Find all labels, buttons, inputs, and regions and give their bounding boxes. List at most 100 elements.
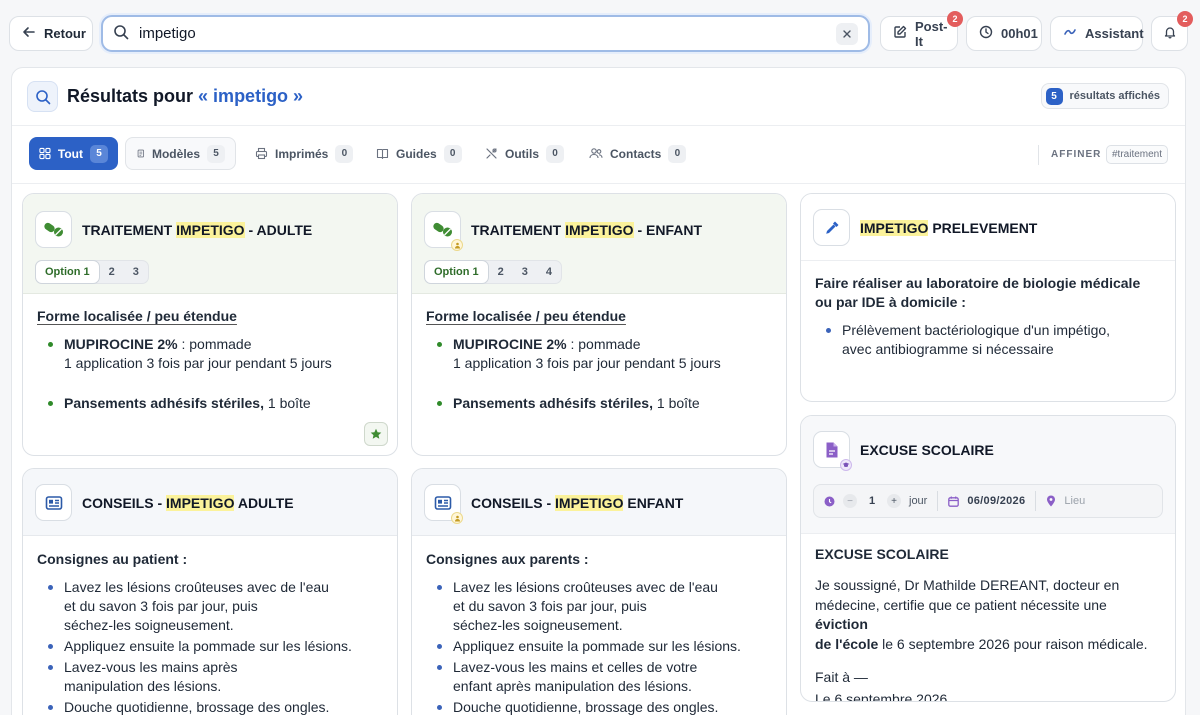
sparkle-icon	[1063, 25, 1077, 42]
subtitle: Consignes au patient :	[37, 551, 188, 567]
tab-count: 0	[546, 144, 565, 163]
option-3[interactable]: 3	[513, 261, 537, 283]
card-header: EXCUSE SCOLAIRE − 1 + jour 06/09/2026 Li…	[801, 416, 1175, 534]
increment-button[interactable]: +	[887, 494, 901, 508]
list-item: Lavez les lésions croûteuses avec de l'e…	[37, 578, 385, 635]
tab-label: Imprimés	[275, 146, 329, 161]
tab-count: 0	[443, 144, 462, 163]
assistant-label: Assistant	[1085, 26, 1144, 41]
card-title: TRAITEMENT IMPETIGO - ENFANT	[471, 222, 703, 238]
card-header: TRAITEMENT IMPETIGO - ENFANT Option 1 2 …	[412, 194, 786, 294]
card-traitement-adulte[interactable]: TRAITEMENT IMPETIGO - ADULTE Option 1 2 …	[22, 193, 398, 456]
card-conseils-enfant[interactable]: CONSEILS - IMPETIGO ENFANT Consignes aux…	[411, 468, 787, 715]
tab-contacts[interactable]: Contacts 0	[579, 137, 696, 170]
card-traitement-enfant[interactable]: TRAITEMENT IMPETIGO - ENFANT Option 1 2 …	[411, 193, 787, 456]
timer-button[interactable]: 00h01	[966, 16, 1042, 51]
bell-icon	[1163, 25, 1177, 42]
card-conseils-adulte[interactable]: CONSEILS - IMPETIGO ADULTE Consignes au …	[22, 468, 398, 715]
option-3[interactable]: 3	[124, 261, 148, 283]
notifications-badge: 2	[1177, 11, 1193, 27]
option-1[interactable]: Option 1	[424, 260, 489, 284]
list-item: Pansements adhésifs stériles, 1 boîte	[426, 394, 774, 413]
list-item: Douche quotidienne, brossage des ongles.	[426, 698, 774, 715]
filter-tabs: Tout 5 Modèles 5 Imprimés 0 Guides 0 Out…	[12, 126, 1185, 184]
pipette-icon	[813, 209, 850, 246]
card-title: CONSEILS - IMPETIGO ADULTE	[82, 495, 294, 511]
favorite-button[interactable]	[364, 422, 388, 446]
tab-count: 0	[668, 144, 687, 163]
search-input[interactable]	[139, 25, 836, 42]
place-field[interactable]: Lieu	[1036, 485, 1095, 517]
option-2[interactable]: 2	[100, 261, 124, 283]
tab-modeles[interactable]: Modèles 5	[125, 137, 236, 170]
tools-icon	[486, 148, 497, 159]
postit-button[interactable]: Post-It 2	[880, 11, 963, 51]
list-item: Lavez-vous les mains et celles de votre …	[426, 658, 774, 696]
excuse-parameters: − 1 + jour 06/09/2026 Lieu	[813, 484, 1163, 518]
clock-icon	[979, 25, 993, 42]
option-1[interactable]: Option 1	[35, 260, 100, 284]
page-title: Résultats pour « impetigo »	[67, 86, 303, 107]
results-header: Résultats pour « impetigo » 5 résultats …	[12, 68, 1185, 126]
list-item: Douche quotidienne, brossage des ongles.	[37, 698, 385, 715]
clear-search-button[interactable]	[836, 22, 858, 45]
back-label: Retour	[44, 26, 86, 41]
notifications-button[interactable]: 2	[1151, 11, 1193, 51]
option-2[interactable]: 2	[489, 261, 513, 283]
tab-count: 5	[207, 144, 225, 163]
search-icon	[113, 24, 129, 43]
decrement-button[interactable]: −	[843, 494, 857, 508]
card-excuse-scolaire[interactable]: EXCUSE SCOLAIRE − 1 + jour 06/09/2026 Li…	[800, 415, 1176, 702]
clock-icon	[824, 496, 835, 506]
list-item: Lavez les lésions croûteuses avec de l'e…	[426, 578, 774, 635]
tab-label: Tout	[57, 146, 83, 161]
days-unit: jour	[909, 495, 928, 507]
tab-label: Contacts	[610, 146, 662, 161]
back-button[interactable]: Retour	[9, 16, 93, 51]
search-box[interactable]	[101, 15, 870, 52]
card-title: IMPETIGO PRELEVEMENT	[860, 220, 1038, 236]
card-body: Forme localisée / peu étendue MUPIROCINE…	[37, 307, 385, 413]
book-icon	[376, 148, 389, 160]
affiner-label: AFFINER	[1051, 149, 1102, 160]
results-count-badge: 5 résultats affichés	[1040, 83, 1169, 109]
grid-icon	[39, 147, 51, 160]
option-4[interactable]: 4	[537, 261, 561, 283]
tab-label: Outils	[505, 146, 540, 161]
subtitle: Consignes aux parents :	[426, 551, 589, 567]
card-body: Faire réaliser au laboratoire de biologi…	[815, 274, 1163, 359]
list-item: Appliquez ensuite la pommade sur les lés…	[426, 637, 774, 656]
tab-imprimes[interactable]: Imprimés 0	[245, 137, 363, 170]
tab-outils[interactable]: Outils 0	[475, 137, 574, 170]
results-count-label: résultats affichés	[1069, 90, 1160, 102]
date-field[interactable]: 06/09/2026	[938, 485, 1035, 517]
card-body: Forme localisée / peu étendue MUPIROCINE…	[426, 307, 774, 413]
divider	[1038, 145, 1039, 165]
star-icon	[370, 428, 382, 439]
hashtag-filter[interactable]: #traitement	[1106, 145, 1169, 164]
option-selector: Option 1 2 3	[35, 260, 149, 284]
list-item: MUPIROCINE 2% : pommade 1 application 3 …	[37, 335, 385, 373]
copy-icon	[137, 149, 145, 158]
newspaper-icon	[424, 484, 463, 524]
arrow-left-icon	[22, 25, 36, 42]
card-header: CONSEILS - IMPETIGO ENFANT	[412, 469, 786, 536]
results-count: 5	[1045, 87, 1063, 105]
place-placeholder: Lieu	[1064, 495, 1086, 507]
postit-badge: 2	[947, 11, 963, 27]
card-title: TRAITEMENT IMPETIGO - ADULTE	[82, 222, 313, 238]
days-value[interactable]: 1	[865, 495, 879, 507]
results-panel: Résultats pour « impetigo » 5 résultats …	[11, 67, 1186, 715]
list-item: Pansements adhésifs stériles, 1 boîte	[37, 394, 385, 413]
pills-icon	[35, 211, 72, 248]
assistant-button[interactable]: Assistant	[1050, 16, 1144, 51]
tab-tout[interactable]: Tout 5	[29, 137, 118, 170]
list-item: Prélèvement bactériologique d'un impétig…	[815, 321, 1163, 359]
card-header: CONSEILS - IMPETIGO ADULTE	[23, 469, 397, 536]
signature-block: Fait à — Le 6 septembre 2026	[815, 669, 948, 702]
excuse-paragraph: Je soussigné, Dr Mathilde DEREANT, docte…	[815, 577, 1148, 652]
card-impetigo-prelevement[interactable]: IMPETIGO PRELEVEMENT Faire réaliser au l…	[800, 193, 1176, 402]
newspaper-icon	[35, 484, 72, 521]
pills-icon	[424, 211, 463, 251]
tab-guides[interactable]: Guides 0	[366, 137, 472, 170]
